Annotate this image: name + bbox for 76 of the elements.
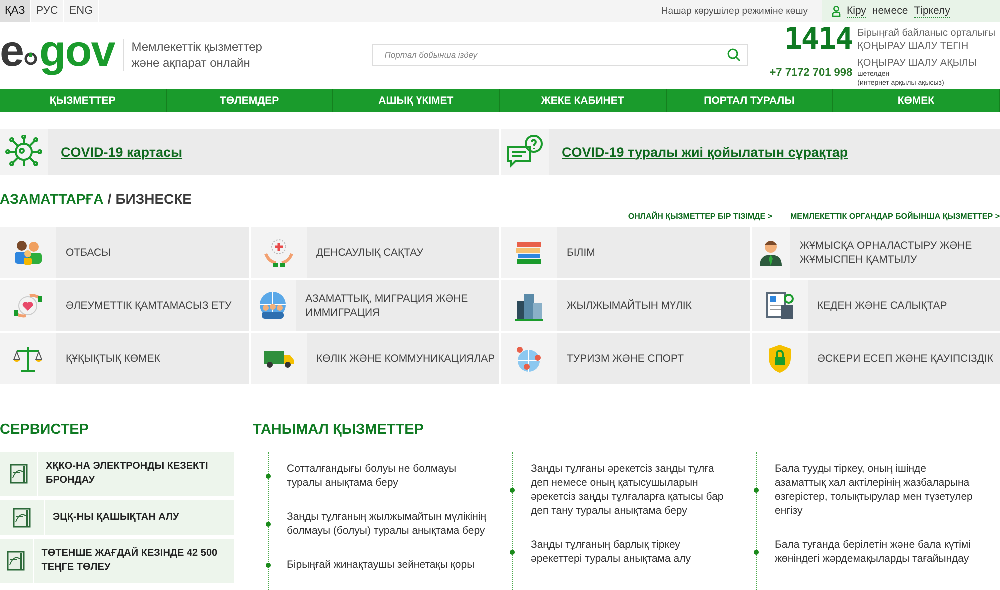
nav-item[interactable]: АШЫҚ ҮКІМЕТ: [333, 89, 500, 112]
timeline-dot: [266, 562, 271, 568]
category-tile[interactable]: КЕДЕН ЖӘНЕ САЛЫҚТАР: [752, 280, 1000, 331]
services-list-link[interactable]: МЕМЛЕКЕТТІК ОРГАНДАР БОЙЫНША ҚЫЗМЕТТЕР >: [790, 212, 1000, 221]
hotline-number: 1414: [783, 22, 853, 57]
family-icon: [13, 240, 43, 266]
section-heading: СЕРВИСТЕР: [0, 422, 90, 440]
category-tile[interactable]: ҚҰҚЫҚТЫҚ КӨМЕК: [0, 333, 248, 384]
category-tile[interactable]: ӘСКЕРИ ЕСЕП ЖӘНЕ ҚАУІПСІЗДІК: [752, 333, 1000, 384]
audience-tab[interactable]: АЗАМАТТАРҒА: [0, 191, 104, 207]
category-tile[interactable]: ЖЫЛЖЫМАЙТЫН МҮЛІК: [501, 280, 750, 331]
chat-question-icon: [506, 135, 544, 169]
timeline-dot: [754, 550, 759, 554]
language-tab[interactable]: ENG: [64, 0, 100, 22]
tab-separator: /: [108, 191, 112, 207]
category-tile[interactable]: ТУРИЗМ ЖӘНЕ СПОРТ: [501, 333, 750, 384]
popular-service-link[interactable]: Заңды тұлғаның жылжымайтын мүлікінің болмауы (болуы) туралы анықтама беру: [287, 510, 487, 538]
language-tab[interactable]: РУС: [31, 0, 64, 22]
timeline-dot: [754, 488, 759, 492]
covid-link[interactable]: COVID-19 картасы: [61, 129, 183, 175]
category-tile[interactable]: БІЛІМ: [501, 227, 750, 278]
contact-center-text: Бірыңғай байланыс орталығы: [858, 26, 996, 40]
nav-item[interactable]: ПОРТАЛ ТУРАЛЫ: [666, 89, 834, 112]
nav-item[interactable]: ТӨЛЕМДЕР: [166, 89, 334, 112]
paid-call-text: ҚОҢЫРАУ ШАЛУ АҚЫЛЫ: [858, 57, 978, 70]
timeline-dot: [266, 522, 271, 526]
category-tile[interactable]: КӨЛІК ЖӘНЕ КОММУНИКАЦИЯЛАР: [250, 333, 499, 384]
service-item[interactable]: ТӨТЕНШЕ ЖАҒДАЙ КЕЗІНДЕ 42 500 ТЕҢГЕ ТӨЛЕУ: [0, 539, 234, 583]
books-icon: [515, 240, 543, 264]
service-item[interactable]: ЭЦҚ-НЫ ҚАШЫҚТАН АЛУ: [0, 500, 234, 535]
services-list-link[interactable]: ОНЛАЙН ҚЫЗМЕТТЕР БІР ТІЗІМДЕ >: [628, 212, 772, 221]
shield-lock-icon: [766, 344, 792, 374]
category-tile[interactable]: ОТБАСЫ: [0, 227, 248, 278]
service-item[interactable]: ХҚКО-НА ЭЛЕКТРОНДЫ КЕЗЕКТІ БРОНДАУ: [0, 452, 234, 496]
covid-link[interactable]: COVID-19 туралы жиі қойылатын сұрақтар: [562, 129, 848, 175]
document-calculator-icon: [764, 290, 794, 320]
accessibility-link[interactable]: Нашар көрушілер режиміне көшу: [661, 0, 822, 22]
document-icon: [13, 508, 31, 528]
truck-icon: [264, 348, 294, 368]
popular-service-link[interactable]: Бірыңғай жинақтаушы зейнетақы қоры: [287, 558, 487, 572]
logo[interactable]: e gov: [0, 29, 115, 75]
nav-item[interactable]: ЖЕКЕ КАБИНЕТ: [500, 89, 667, 112]
sign-in-link[interactable]: Кіру: [847, 4, 866, 18]
tagline-text: және ақпарат онлайн: [132, 55, 252, 71]
timeline-dot: [510, 550, 515, 554]
phone-number: +7 7172 701 998: [770, 66, 853, 78]
nav-item[interactable]: ҚЫЗМЕТТЕР: [0, 89, 167, 112]
search-icon[interactable]: [726, 48, 741, 62]
nav-item[interactable]: КӨМЕК: [833, 89, 1000, 112]
heart-hands-icon: [13, 292, 43, 318]
category-tile[interactable]: ДЕНСАУЛЫҚ САҚТАУ: [250, 227, 499, 278]
timeline-dot: [510, 488, 515, 492]
category-tile[interactable]: АЗАМАТТЫҚ, МИГРАЦИЯ ЖӘНЕ ИММИГРАЦИЯ: [250, 280, 499, 331]
category-tile[interactable]: ЖҰМЫСҚА ОРНАЛАСТЫРУ ЖӘНЕ ЖҰМЫСПЕН ҚАМТЫЛУ: [752, 227, 1000, 278]
hands-cross-icon: [264, 238, 294, 268]
document-icon: [10, 464, 28, 484]
worker-icon: [758, 238, 783, 266]
popular-service-link[interactable]: Бала тууды тіркеу, оның ішінде азаматтық хал актілерінің жазбаларына өзгерістер, толықтырулар мен түзетулер енгізу: [775, 462, 975, 518]
popular-service-link[interactable]: Заңды тұлғаның барлық тіркеу әрекеттері туралы анықтама алу: [531, 538, 731, 566]
search-field[interactable]: Портал бойынша іздеу: [372, 44, 748, 66]
category-tile[interactable]: ӘЛЕУМЕТТІК ҚАМТАМАСЫЗ ЕТУ: [0, 280, 248, 331]
language-tab[interactable]: ҚАЗ: [0, 0, 32, 22]
audience-tab[interactable]: БИЗНЕСКЕ: [116, 191, 192, 207]
document-icon: [7, 551, 26, 571]
section-heading: ТАНЫМАЛ ҚЫЗМЕТТЕР: [253, 422, 425, 440]
user-icon: [832, 6, 841, 16]
login-separator-text: немесе: [872, 5, 908, 17]
virus-icon: [5, 135, 43, 169]
globe-people-icon: [258, 290, 288, 320]
popular-service-link[interactable]: Заңды тұлғаны әрекетсіз заңды тұлға деп немесе оның қатысушыларын әрекетсіз заңды тұлғаларға қатысы бар деп тану туралы анықтама беру: [531, 462, 731, 518]
register-link[interactable]: Тіркелу: [914, 4, 950, 18]
tagline-text: Мемлекеттік қызметтер: [132, 39, 264, 55]
popular-service-link[interactable]: Сотталғандығы болуы не болмауы туралы анықтама беру: [287, 462, 487, 490]
popular-service-link[interactable]: Бала туғанда берілетін және бала күтімі жөніндегі жәрдемақыларды тағайындау: [775, 538, 975, 566]
free-call-text: ҚОҢЫРАУ ШАЛУ ТЕГІН: [858, 40, 970, 52]
timeline-dot: [266, 474, 271, 478]
